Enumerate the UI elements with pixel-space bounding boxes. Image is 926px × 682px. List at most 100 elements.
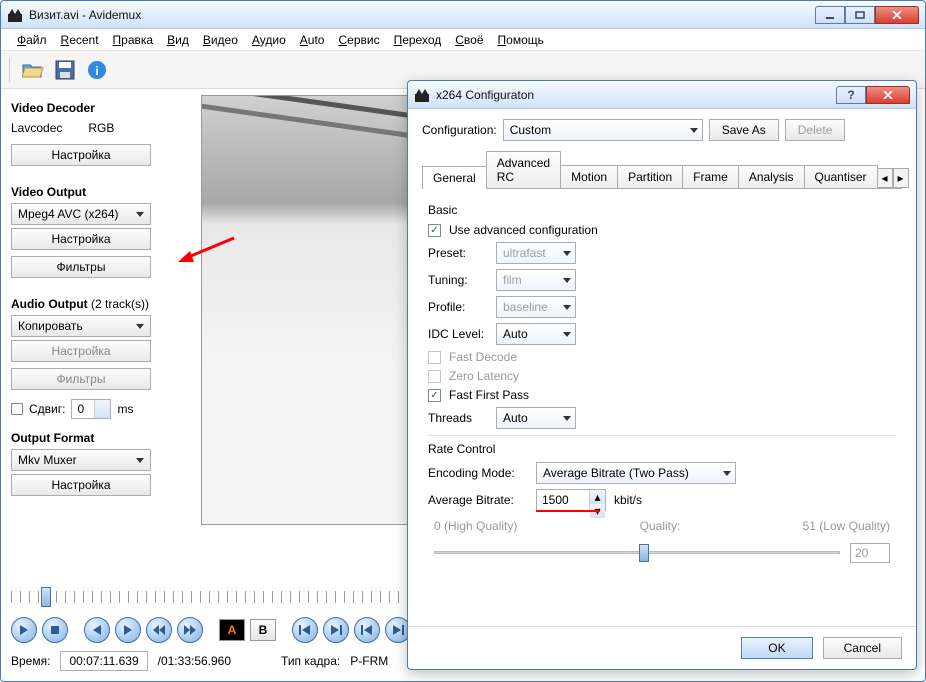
- main-titlebar: Визит.avi - Avidemux: [1, 1, 925, 29]
- quality-slider: 20: [434, 541, 890, 565]
- idc-combo[interactable]: Auto: [496, 323, 576, 345]
- maximize-button[interactable]: [845, 6, 875, 24]
- menu-recent[interactable]: Recent: [55, 31, 105, 49]
- modal-help-button[interactable]: ?: [836, 86, 866, 104]
- frame-type-label: Тип кадра:: [281, 654, 340, 668]
- tab-general[interactable]: General: [422, 166, 487, 189]
- window-title: Визит.avi - Avidemux: [29, 8, 815, 22]
- tabs-scroll-right[interactable]: ▸: [893, 168, 909, 188]
- menu-view[interactable]: Вид: [161, 31, 195, 49]
- video-configure-button[interactable]: Настройка: [11, 228, 151, 250]
- modal-titlebar: x264 Configuraton ?: [408, 81, 916, 109]
- time-label: Время:: [11, 654, 50, 668]
- prev-keyframe-button[interactable]: [146, 617, 172, 643]
- stop-button[interactable]: [42, 617, 68, 643]
- info-icon[interactable]: i: [84, 57, 110, 83]
- modal-title: x264 Configuraton: [436, 88, 836, 102]
- profile-label: Profile:: [428, 300, 488, 314]
- menu-auto[interactable]: Auto: [294, 31, 331, 49]
- goto-b-button[interactable]: [323, 617, 349, 643]
- audio-configure-button[interactable]: Настройка: [11, 340, 151, 362]
- modal-close-button[interactable]: [866, 86, 910, 104]
- menu-help[interactable]: Помощь: [492, 31, 550, 49]
- video-filters-button[interactable]: Фильтры: [11, 256, 151, 278]
- mark-a-button[interactable]: A: [219, 619, 245, 641]
- save-as-button[interactable]: Save As: [709, 119, 779, 141]
- first-frame-button[interactable]: [354, 617, 380, 643]
- tab-partition[interactable]: Partition: [617, 165, 683, 188]
- tabs-scroll-left[interactable]: ◂: [877, 168, 893, 188]
- shift-input[interactable]: 0: [71, 399, 111, 419]
- format-configure-button[interactable]: Настройка: [11, 474, 151, 496]
- svg-text:i: i: [95, 64, 98, 78]
- fast-first-pass-label: Fast First Pass: [449, 388, 529, 402]
- use-advanced-checkbox[interactable]: [428, 224, 441, 237]
- avg-bitrate-label: Average Bitrate:: [428, 493, 528, 507]
- tabs-row: General Advanced RC Motion Partition Fra…: [422, 151, 902, 189]
- tab-content: Basic Use advanced configuration Preset:…: [422, 189, 902, 573]
- goto-a-button[interactable]: [292, 617, 318, 643]
- shift-unit: ms: [117, 402, 133, 416]
- menu-file[interactable]: Файл: [11, 31, 53, 49]
- preset-label: Preset:: [428, 246, 488, 260]
- x264-config-dialog: x264 Configuraton ? Configuration: Custo…: [407, 80, 917, 670]
- next-keyframe-button[interactable]: [177, 617, 203, 643]
- menu-video[interactable]: Видео: [197, 31, 244, 49]
- video-decoder-title: Video Decoder: [11, 101, 191, 115]
- menu-edit[interactable]: Правка: [107, 31, 160, 49]
- cancel-button[interactable]: Cancel: [823, 637, 902, 659]
- idc-label: IDC Level:: [428, 327, 488, 341]
- fast-decode-label: Fast Decode: [449, 350, 517, 364]
- tab-frame[interactable]: Frame: [682, 165, 739, 188]
- annotation-underline: [536, 510, 600, 512]
- time-current[interactable]: 00:07:11.639: [60, 651, 147, 671]
- tab-motion[interactable]: Motion: [560, 165, 618, 188]
- mark-b-button[interactable]: B: [250, 619, 276, 641]
- quality-label: Quality:: [640, 519, 681, 533]
- menu-audio[interactable]: Аудио: [246, 31, 292, 49]
- tab-quantiser[interactable]: Quantiser: [804, 165, 878, 188]
- time-total: /01:33:56.960: [158, 654, 231, 668]
- ok-button[interactable]: OK: [741, 637, 812, 659]
- tab-advanced-rc[interactable]: Advanced RC: [486, 151, 561, 188]
- video-output-title: Video Output: [11, 185, 191, 199]
- encoding-mode-combo[interactable]: Average Bitrate (Two Pass): [536, 462, 736, 484]
- fast-decode-checkbox: [428, 351, 441, 364]
- save-icon[interactable]: [52, 57, 78, 83]
- avg-bitrate-unit: kbit/s: [614, 493, 642, 507]
- frame-type: P-FRM: [350, 654, 388, 668]
- avg-bitrate-input[interactable]: 1500 ▴▾: [536, 489, 606, 511]
- audio-output-title: Audio Output (2 track(s)): [11, 297, 191, 311]
- basic-group-title: Basic: [428, 203, 896, 217]
- zero-latency-checkbox: [428, 370, 441, 383]
- menu-tools[interactable]: Сервис: [332, 31, 385, 49]
- play-button[interactable]: [11, 617, 37, 643]
- video-codec-dropdown[interactable]: Mpeg4 AVC (x264): [11, 203, 151, 225]
- menu-custom[interactable]: Своё: [449, 31, 489, 49]
- audio-filters-button[interactable]: Фильтры: [11, 368, 151, 390]
- lavcodec-label: Lavcodec: [11, 121, 62, 135]
- open-icon[interactable]: [20, 57, 46, 83]
- delete-button: Delete: [785, 119, 846, 141]
- shift-checkbox[interactable]: [11, 403, 23, 415]
- quality-high-label: 0 (High Quality): [434, 519, 517, 533]
- threads-combo[interactable]: Auto: [496, 407, 576, 429]
- fast-first-pass-checkbox[interactable]: [428, 389, 441, 402]
- minimize-button[interactable]: [815, 6, 845, 24]
- output-format-dropdown[interactable]: Mkv Muxer: [11, 449, 151, 471]
- next-frame-button[interactable]: [115, 617, 141, 643]
- close-button[interactable]: [875, 6, 919, 24]
- config-combo[interactable]: Custom: [503, 119, 703, 141]
- quality-value: 20: [850, 543, 890, 563]
- tab-analysis[interactable]: Analysis: [738, 165, 805, 188]
- audio-codec-dropdown[interactable]: Копировать: [11, 315, 151, 337]
- decoder-configure-button[interactable]: Настройка: [11, 144, 151, 166]
- threads-label: Threads: [428, 411, 488, 425]
- prev-frame-button[interactable]: [84, 617, 110, 643]
- profile-combo: baseline: [496, 296, 576, 318]
- menu-go[interactable]: Переход: [388, 31, 448, 49]
- menu-bar: Файл Recent Правка Вид Видео Аудио Auto …: [1, 29, 925, 51]
- quality-low-label: 51 (Low Quality): [803, 519, 890, 533]
- app-icon: [414, 87, 430, 103]
- config-label: Configuration:: [422, 123, 497, 137]
